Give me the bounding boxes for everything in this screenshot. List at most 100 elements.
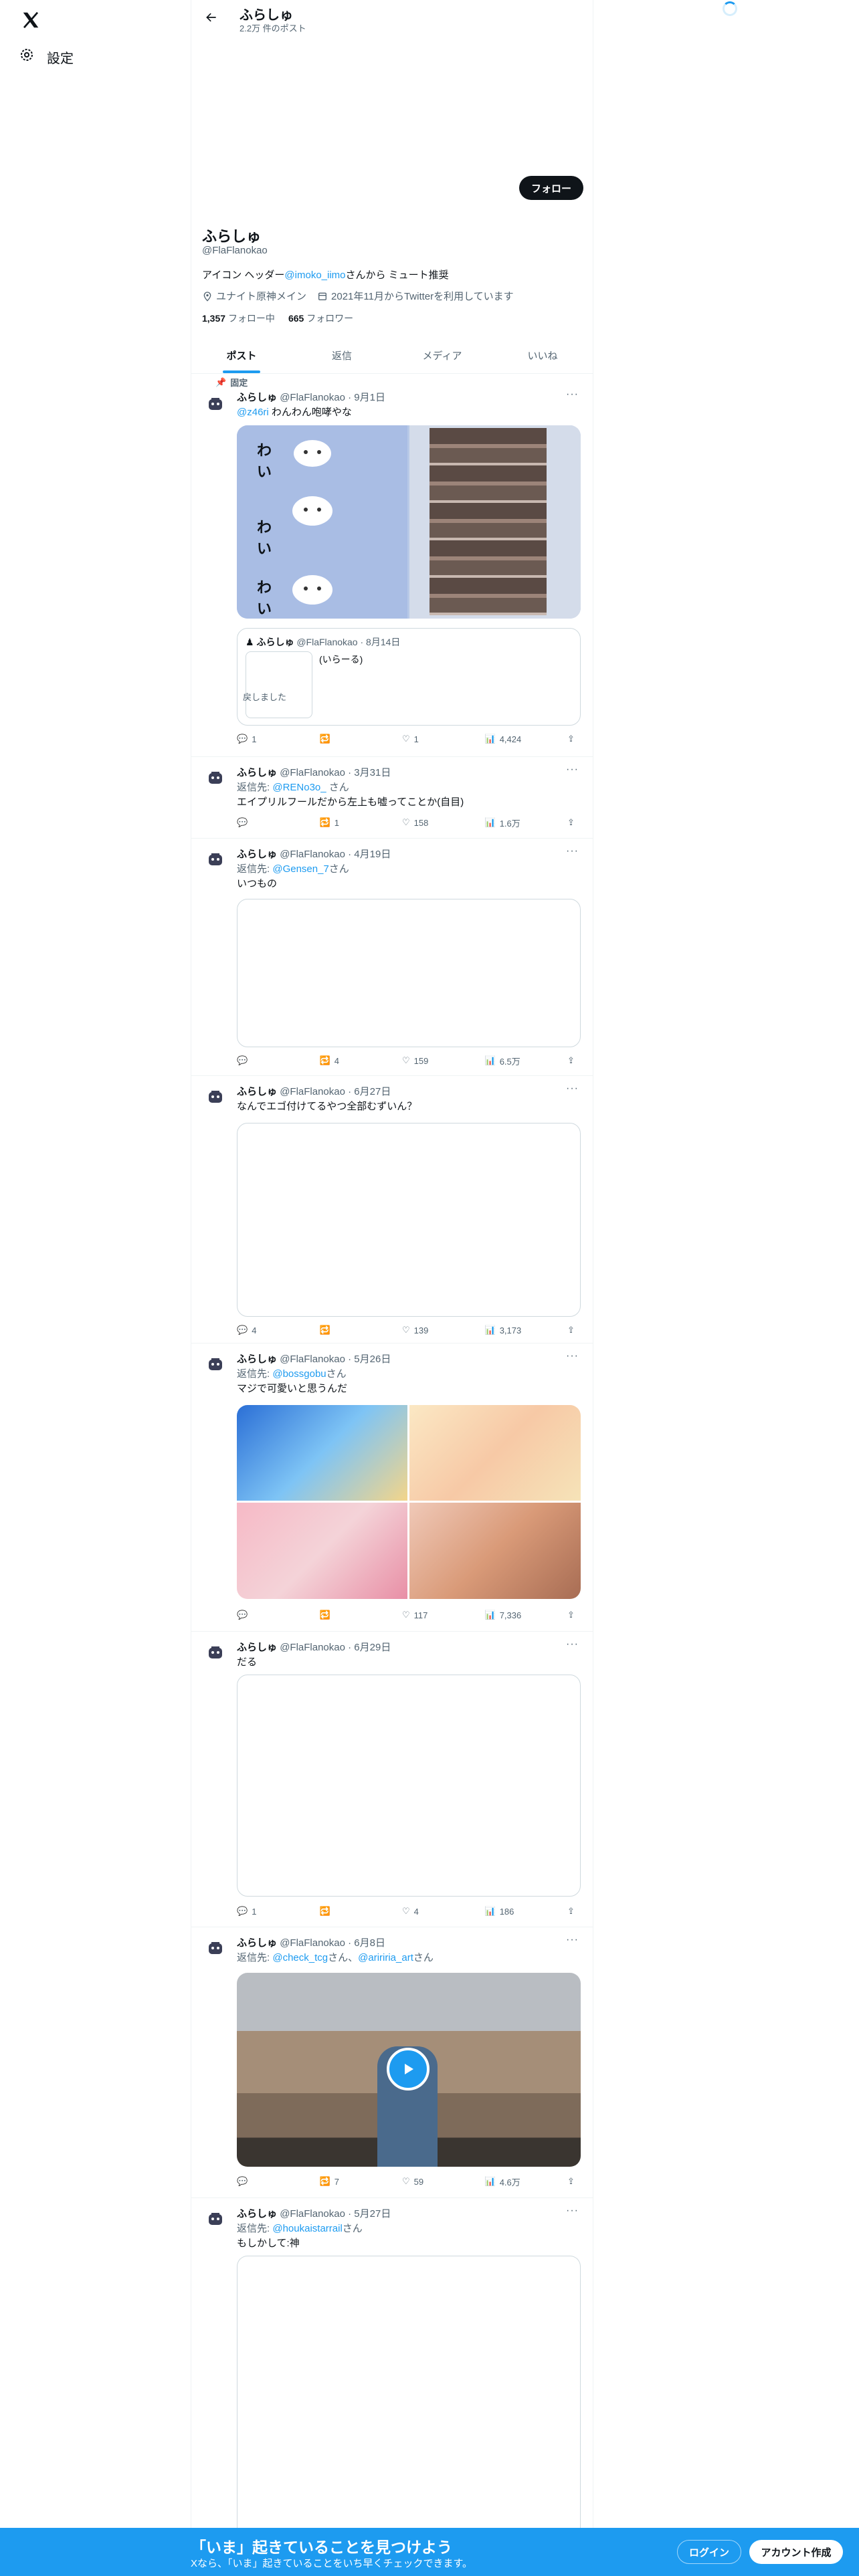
retweet-button[interactable]: 🔁 7: [320, 2176, 360, 2187]
like-button[interactable]: ♡ 1: [402, 734, 442, 744]
reply-button[interactable]: 💬 4: [237, 1325, 277, 1335]
tweet[interactable]: ふらしゅ @FlaFlanokao · 5月27日 ··· 返信先: @houk…: [191, 2198, 593, 2576]
views-button[interactable]: 📊 1.6万: [485, 817, 525, 829]
retweet-button[interactable]: 🔁 4: [320, 1055, 360, 1066]
media-image-4[interactable]: [409, 1503, 581, 1599]
author-handle-date[interactable]: @FlaFlanokao · 6月27日: [280, 1086, 391, 1097]
retweet-button[interactable]: 🔁: [320, 1325, 360, 1335]
author-name[interactable]: ふらしゅ: [237, 1937, 277, 1949]
share-icon[interactable]: ⇪: [567, 1610, 581, 1620]
more-options-icon[interactable]: ···: [566, 845, 579, 857]
author-handle-date[interactable]: @FlaFlanokao · 9月1日: [280, 392, 385, 403]
avatar[interactable]: [202, 2205, 229, 2232]
retweet-button[interactable]: 🔁: [320, 1906, 360, 1917]
avatar[interactable]: [202, 390, 229, 417]
reply-button[interactable]: 💬: [237, 817, 277, 828]
more-options-icon[interactable]: ···: [566, 2205, 579, 2217]
views-button[interactable]: 📊 4,424: [485, 734, 525, 744]
media-image-left[interactable]: わい わい わい: [237, 425, 407, 619]
avatar[interactable]: [202, 1350, 229, 1377]
like-button[interactable]: ♡ 4: [402, 1906, 442, 1917]
author-handle-date[interactable]: @FlaFlanokao · 5月26日: [280, 1354, 391, 1365]
tweet[interactable]: 📌 固定 ふらしゅ @FlaFlanokao · 9月1日 ··· @z46ri …: [191, 374, 593, 757]
tweet[interactable]: ふらしゅ @FlaFlanokao · 6月29日 ··· だる 💬 1 🔁 ♡ 4…: [191, 1632, 593, 1927]
like-button[interactable]: ♡ 158: [402, 817, 442, 828]
share-icon[interactable]: ⇪: [567, 817, 581, 828]
follow-button[interactable]: フォロー: [519, 176, 583, 200]
login-button[interactable]: ログイン: [677, 2540, 741, 2564]
tab-media[interactable]: メディア: [392, 338, 492, 373]
tweet[interactable]: ふらしゅ @FlaFlanokao · 5月26日 ··· 返信先: @boss…: [191, 1344, 593, 1632]
author-name[interactable]: ふらしゅ: [237, 2208, 277, 2220]
views-button[interactable]: 📊 6.5万: [485, 1055, 525, 1067]
views-button[interactable]: 📊 186: [485, 1906, 525, 1917]
reply-to-link[interactable]: @bossgobu: [272, 1368, 326, 1380]
retweet-button[interactable]: 🔁 1: [320, 817, 360, 828]
more-options-icon[interactable]: ···: [566, 1083, 579, 1095]
tweet-video[interactable]: [237, 1973, 581, 2167]
avatar[interactable]: [202, 845, 229, 872]
more-options-icon[interactable]: ···: [566, 764, 579, 776]
media-image-2[interactable]: [409, 1405, 581, 1501]
reply-button[interactable]: 💬: [237, 2176, 277, 2187]
signup-button[interactable]: アカウント作成: [749, 2540, 843, 2564]
reply-button[interactable]: 💬 1: [237, 734, 277, 744]
x-logo-icon[interactable]: [17, 7, 44, 33]
reply-to-link[interactable]: @Gensen_7: [272, 863, 328, 875]
author-handle-date[interactable]: @FlaFlanokao · 6月29日: [280, 1642, 391, 1653]
author-name[interactable]: ふらしゅ: [237, 392, 277, 403]
avatar[interactable]: [202, 1083, 229, 1109]
author-handle-date[interactable]: @FlaFlanokao · 5月27日: [280, 2208, 391, 2220]
avatar[interactable]: [202, 1638, 229, 1665]
author-handle-date[interactable]: @FlaFlanokao · 6月8日: [280, 1937, 385, 1949]
followers-link[interactable]: 665 フォロワー: [288, 312, 353, 325]
tweet-media[interactable]: [237, 899, 581, 1047]
share-icon[interactable]: ⇪: [567, 1325, 581, 1335]
tab-posts[interactable]: ポスト: [191, 338, 292, 373]
media-image-3[interactable]: [237, 1503, 407, 1599]
share-icon[interactable]: ⇪: [567, 1906, 581, 1917]
tab-replies[interactable]: 返信: [292, 338, 392, 373]
share-icon[interactable]: ⇪: [567, 734, 581, 744]
reply-to-link[interactable]: @houkaistarrail: [272, 2223, 342, 2234]
avatar[interactable]: [202, 1934, 229, 1961]
tweet[interactable]: ふらしゅ @FlaFlanokao · 4月19日 ··· 返信先: @Gens…: [191, 839, 593, 1076]
like-button[interactable]: ♡ 59: [402, 2176, 442, 2187]
like-button[interactable]: ♡ 159: [402, 1055, 442, 1066]
media-image-1[interactable]: [237, 1405, 407, 1501]
author-name[interactable]: ふらしゅ: [237, 1642, 277, 1653]
play-button-icon[interactable]: [387, 2048, 430, 2090]
like-button[interactable]: ♡ 117: [402, 1610, 442, 1620]
tab-likes[interactable]: いいね: [492, 338, 593, 373]
tweet-media[interactable]: [237, 1123, 581, 1317]
nav-settings[interactable]: 設定: [19, 47, 74, 67]
tweet[interactable]: ふらしゅ @FlaFlanokao · 6月8日 ··· 返信先: @check…: [191, 1927, 593, 2198]
following-link[interactable]: 1,357 フォロー中: [202, 312, 275, 325]
tweet[interactable]: ふらしゅ @FlaFlanokao · 6月27日 ··· なんでエゴ付けてるや…: [191, 1076, 593, 1344]
like-button[interactable]: ♡ 139: [402, 1325, 442, 1335]
retweet-button[interactable]: 🔁: [320, 734, 360, 744]
share-icon[interactable]: ⇪: [567, 1055, 581, 1066]
tweet-media[interactable]: わい わい わい: [237, 425, 581, 619]
author-handle-date[interactable]: @FlaFlanokao · 3月31日: [280, 767, 391, 778]
reply-button[interactable]: 💬: [237, 1055, 277, 1066]
views-button[interactable]: 📊 4.6万: [485, 2175, 525, 2188]
share-icon[interactable]: ⇪: [567, 2176, 581, 2187]
tweet-media[interactable]: [237, 1675, 581, 1897]
author-name[interactable]: ふらしゅ: [237, 1086, 277, 1097]
views-button[interactable]: 📊 7,336: [485, 1610, 525, 1620]
tweet[interactable]: ふらしゅ @FlaFlanokao · 3月31日 ··· 返信先: @RENo…: [191, 757, 593, 839]
back-arrow-icon[interactable]: [202, 8, 221, 27]
reply-to-link[interactable]: @check_tcg: [272, 1952, 328, 1963]
reply-to-link[interactable]: @RENo3o_: [272, 782, 326, 793]
author-name[interactable]: ふらしゅ: [237, 849, 277, 860]
more-options-icon[interactable]: ···: [566, 1350, 579, 1362]
reply-button[interactable]: 💬 1: [237, 1906, 277, 1917]
more-options-icon[interactable]: ···: [566, 1638, 579, 1650]
more-options-icon[interactable]: ···: [566, 1934, 579, 1946]
reply-button[interactable]: 💬: [237, 1610, 277, 1620]
reply-to-link-2[interactable]: @aririria_art: [358, 1952, 413, 1963]
author-name[interactable]: ふらしゅ: [237, 767, 277, 778]
media-image-right[interactable]: [409, 425, 581, 619]
avatar[interactable]: [202, 764, 229, 790]
